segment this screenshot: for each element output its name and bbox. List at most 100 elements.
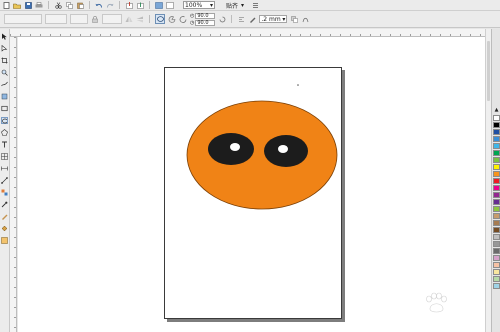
undo-icon[interactable] [95, 1, 103, 9]
eyedropper-tool-icon[interactable] [1, 201, 8, 208]
rectangle-tool-icon[interactable] [1, 105, 8, 112]
crop-tool-icon[interactable] [1, 57, 8, 64]
color-swatch[interactable] [493, 164, 500, 170]
scale-field[interactable] [70, 14, 88, 24]
color-swatch[interactable] [493, 248, 500, 254]
arc-angle-fields: ◴ 90.0 ◷ 90.0 [190, 12, 216, 26]
mirror-vertical-icon[interactable] [136, 15, 144, 23]
watermark-text-jingyan: 经验 [449, 298, 478, 313]
standard-toolbar: 100% ▾ 贴齐 ▾ [0, 0, 500, 11]
watermark-text-bai: Bai [385, 294, 417, 313]
vertical-ruler[interactable] [10, 37, 17, 332]
color-swatch[interactable] [493, 255, 500, 261]
object-position-field[interactable] [4, 14, 42, 24]
import-icon[interactable] [125, 1, 133, 9]
blend-tool-icon[interactable] [1, 189, 8, 196]
color-swatch[interactable] [493, 171, 500, 177]
freehand-tool-icon[interactable] [1, 81, 8, 88]
start-angle-icon: ◴ [190, 12, 195, 19]
lock-ratio-icon[interactable] [91, 15, 99, 23]
interactive-fill-tool-icon[interactable] [1, 237, 8, 244]
color-swatch[interactable] [493, 185, 500, 191]
smart-fill-tool-icon[interactable] [1, 93, 8, 100]
convert-to-curves-icon[interactable] [301, 15, 309, 23]
save-icon[interactable] [24, 1, 32, 9]
toolbox [0, 29, 10, 332]
snap-to-label[interactable]: 贴齐 [226, 1, 238, 10]
color-swatch[interactable] [493, 269, 500, 275]
color-swatch[interactable] [493, 234, 500, 240]
arc-mode-icon[interactable] [179, 15, 187, 23]
connector-tool-icon[interactable] [1, 177, 8, 184]
color-swatch[interactable] [493, 129, 500, 135]
mirror-horizontal-icon[interactable] [125, 15, 133, 23]
horizontal-ruler[interactable] [10, 29, 485, 37]
toolbar-separator [119, 1, 120, 9]
color-swatch[interactable] [493, 157, 500, 163]
ellipse-tool-icon[interactable] [1, 117, 8, 124]
paste-icon[interactable] [76, 1, 84, 9]
color-swatch[interactable] [493, 136, 500, 142]
full-screen-icon[interactable] [166, 1, 174, 9]
coreldraw-window: 100% ▾ 贴齐 ▾ ◴ 90.0 ◷ 90.0 .2 mm ▾ ▲ Bai … [0, 0, 500, 332]
palette-scroll-up-icon[interactable]: ▲ [493, 107, 500, 113]
toolbar-separator [149, 1, 150, 9]
color-swatch[interactable] [493, 227, 500, 233]
color-swatch[interactable] [493, 192, 500, 198]
shape-tool-icon[interactable] [1, 45, 8, 52]
color-swatch[interactable] [493, 262, 500, 268]
dimension-tool-icon[interactable] [1, 165, 8, 172]
ellipse-mode-button[interactable] [155, 14, 165, 24]
fill-tool-icon[interactable] [1, 225, 8, 232]
cut-icon[interactable] [54, 1, 62, 9]
print-icon[interactable] [35, 1, 43, 9]
rotation-field[interactable] [102, 14, 122, 24]
chevron-down-icon: ▾ [209, 1, 213, 9]
color-swatch[interactable] [493, 241, 500, 247]
change-direction-icon[interactable] [218, 15, 226, 23]
color-swatch[interactable] [493, 150, 500, 156]
color-swatch[interactable] [493, 220, 500, 226]
right-pupil-ellipse[interactable] [278, 145, 288, 153]
toolbar-separator [89, 1, 90, 9]
outline-width-value: .2 mm [261, 15, 281, 23]
open-icon[interactable] [13, 1, 21, 9]
outline-width-select[interactable]: .2 mm ▾ [259, 15, 288, 23]
palette-swatches [493, 115, 500, 289]
end-angle-input[interactable]: 90.0 [195, 19, 216, 26]
to-front-icon[interactable] [290, 15, 298, 23]
chevron-down-icon[interactable]: ▾ [241, 2, 244, 9]
launcher-icon[interactable] [155, 1, 163, 9]
wrap-text-icon[interactable] [237, 15, 245, 23]
copy-icon[interactable] [65, 1, 73, 9]
color-swatch[interactable] [493, 122, 500, 128]
new-icon[interactable] [2, 1, 10, 9]
scrollbar-thumb[interactable] [487, 41, 490, 101]
color-swatch[interactable] [493, 143, 500, 149]
pie-mode-icon[interactable] [168, 15, 176, 23]
polygon-tool-icon[interactable] [1, 129, 8, 136]
table-tool-icon[interactable] [1, 153, 8, 160]
color-swatch[interactable] [493, 213, 500, 219]
toolbar-separator [231, 15, 233, 23]
start-angle-input[interactable]: 90.0 [195, 12, 216, 19]
property-bar: ◴ 90.0 ◷ 90.0 .2 mm ▾ [0, 11, 500, 28]
options-icon[interactable] [251, 1, 259, 9]
color-swatch[interactable] [493, 115, 500, 121]
outline-tool-icon[interactable] [1, 213, 8, 220]
end-angle-icon: ◷ [190, 19, 195, 26]
color-swatch[interactable] [493, 178, 500, 184]
text-tool-icon[interactable] [1, 141, 8, 148]
pick-tool-icon[interactable] [1, 33, 8, 40]
export-icon[interactable] [136, 1, 144, 9]
zoom-tool-icon[interactable] [1, 69, 8, 76]
object-size-field[interactable] [45, 14, 67, 24]
redo-icon[interactable] [106, 1, 114, 9]
zoom-level-select[interactable]: 100% ▾ [183, 1, 215, 9]
color-swatch[interactable] [493, 199, 500, 205]
left-pupil-ellipse[interactable] [230, 143, 240, 151]
outline-pen-icon[interactable] [248, 15, 256, 23]
face-ellipse[interactable] [186, 100, 338, 210]
ellipse-icon [156, 16, 164, 22]
color-swatch[interactable] [493, 206, 500, 212]
